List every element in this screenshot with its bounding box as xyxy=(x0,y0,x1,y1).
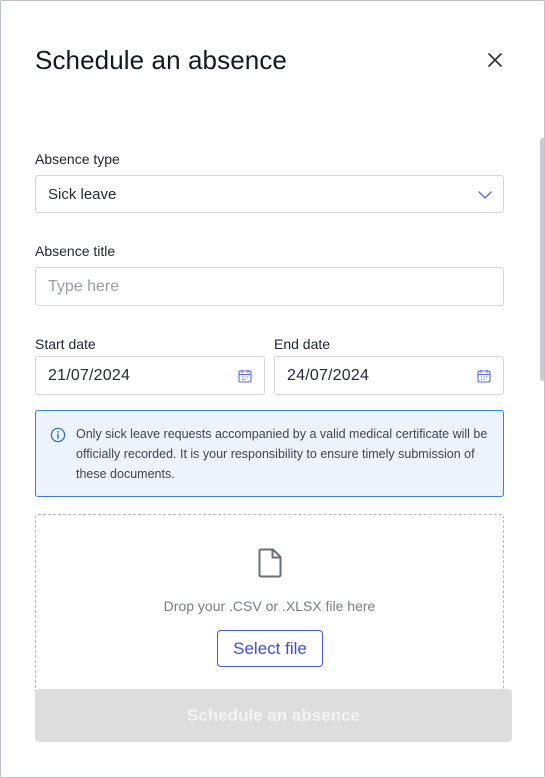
end-date-value: 24/07/2024 xyxy=(287,366,370,384)
absence-type-label: Absence type xyxy=(35,151,120,167)
calendar-icon[interactable] xyxy=(477,369,491,383)
sick-leave-notice: Only sick leave requests accompanied by … xyxy=(35,410,504,497)
start-date-label: Start date xyxy=(35,336,96,352)
file-icon xyxy=(258,548,282,578)
info-icon xyxy=(50,427,66,443)
start-date-value: 21/07/2024 xyxy=(48,366,131,384)
schedule-absence-dialog: Schedule an absence Absence type Sick le… xyxy=(0,0,545,778)
calendar-icon[interactable] xyxy=(238,369,252,383)
schedule-absence-button[interactable]: Schedule an absence xyxy=(35,689,512,742)
close-icon xyxy=(488,53,502,67)
end-date-label: End date xyxy=(274,336,331,352)
absence-title-input[interactable] xyxy=(35,267,504,306)
end-date-field[interactable]: 24/07/2024 xyxy=(274,356,504,395)
dialog-title: Schedule an absence xyxy=(35,45,287,75)
notice-text: Only sick leave requests accompanied by … xyxy=(76,427,488,481)
absence-type-value: Sick leave xyxy=(48,185,117,203)
start-date-field[interactable]: 21/07/2024 xyxy=(35,356,265,395)
scrollbar-thumb[interactable] xyxy=(540,138,544,381)
absence-type-select[interactable]: Sick leave xyxy=(35,175,504,213)
close-button[interactable] xyxy=(485,50,505,70)
file-dropzone[interactable]: Drop your .CSV or .XLSX file here Select… xyxy=(35,514,504,694)
select-file-button[interactable]: Select file xyxy=(217,630,323,667)
chevron-down-icon xyxy=(478,191,492,199)
dropzone-text: Drop your .CSV or .XLSX file here xyxy=(163,598,376,614)
absence-title-label: Absence title xyxy=(35,243,116,259)
